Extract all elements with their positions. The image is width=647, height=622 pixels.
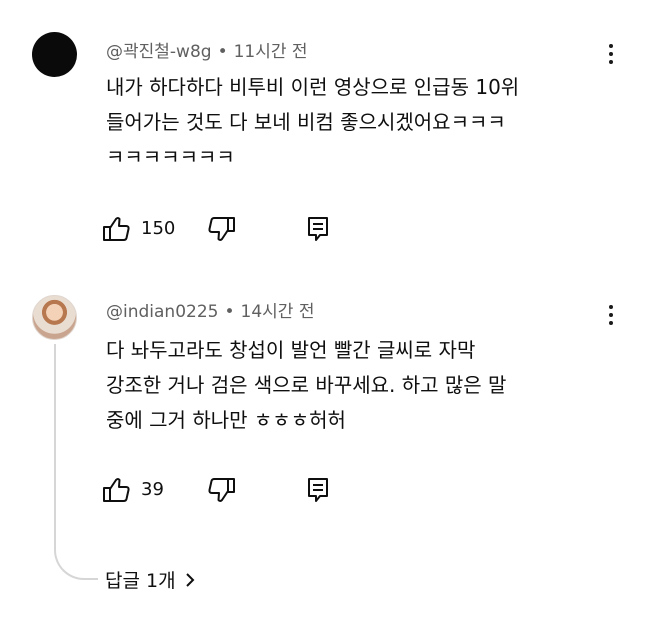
comment-meta: @indian0225 • 14시간 전 xyxy=(106,297,314,322)
chevron-right-icon xyxy=(185,573,194,587)
thumbs-down-icon[interactable] xyxy=(207,215,237,247)
comment-text: 내가 하다하다 비투비 이런 영상으로 인급동 10위 들어가는 것도 다 보네… xyxy=(106,70,519,175)
comment-author[interactable]: @곽진철-w8g xyxy=(106,42,212,62)
thumbs-up-icon[interactable] xyxy=(101,476,131,508)
like-count: 39 xyxy=(141,479,164,500)
view-replies-button[interactable]: 답글 1개 xyxy=(105,566,196,593)
comment-text: 다 놔두고라도 창섭이 발언 빨간 글씨로 자막 강조한 거나 검은 색으로 바… xyxy=(106,333,506,438)
comment-line: 다 놔두고라도 창섭이 발언 빨간 글씨로 자막 xyxy=(106,338,476,362)
comment-author[interactable]: @indian0225 xyxy=(106,302,218,322)
separator-dot: • xyxy=(217,42,228,62)
avatar[interactable] xyxy=(32,295,77,340)
comment-line: 내가 하다하다 비투비 이런 영상으로 인급동 10위 xyxy=(106,75,520,99)
comment-meta: @곽진철-w8g • 11시간 전 xyxy=(106,37,308,62)
like-count: 150 xyxy=(141,218,176,239)
comment-time: 14시간 전 xyxy=(240,302,315,322)
comment-line: 강조한 거나 검은 색으로 바꾸세요. 하고 많은 말 xyxy=(106,373,507,397)
comment-line: 들어가는 것도 다 보네 비컴 좋으시겠어요ㅋㅋㅋ xyxy=(106,110,506,134)
more-vert-icon[interactable] xyxy=(606,44,616,68)
comment-line: 중에 그거 하나만 ㅎㅎㅎ허허 xyxy=(106,408,346,432)
thread-connector xyxy=(54,344,98,580)
thumbs-up-icon[interactable] xyxy=(101,215,131,247)
reply-icon[interactable] xyxy=(305,215,331,247)
comment-time: 11시간 전 xyxy=(233,42,308,62)
thumbs-down-icon[interactable] xyxy=(207,476,237,508)
avatar[interactable] xyxy=(32,32,77,77)
replies-label: 답글 1개 xyxy=(105,570,176,592)
reply-icon[interactable] xyxy=(305,476,331,508)
more-vert-icon[interactable] xyxy=(606,305,616,329)
separator-dot: • xyxy=(224,302,235,322)
comment-line: ㅋㅋㅋㅋㅋㅋㅋ xyxy=(106,145,235,169)
